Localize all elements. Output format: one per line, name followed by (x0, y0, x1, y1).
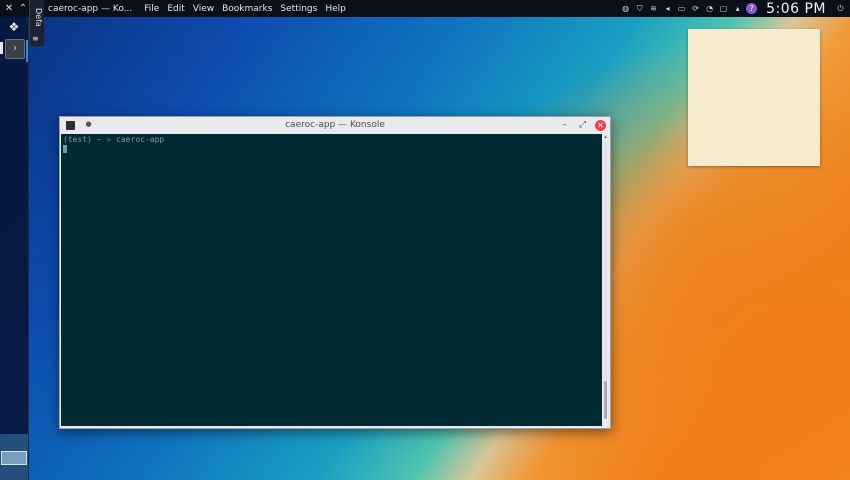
menu-file[interactable]: File (140, 4, 163, 14)
window-titlebar[interactable]: ● caeroc-app — Konsole – ⤢ ✕ (60, 117, 610, 134)
scroll-track[interactable] (604, 142, 607, 418)
sticky-note[interactable] (688, 29, 820, 166)
menu-edit[interactable]: Edit (163, 4, 188, 14)
chevron-up-icon[interactable]: ⌃ (16, 2, 30, 16)
notifications-icon[interactable]: ◔ (704, 3, 715, 14)
close-button[interactable]: ✕ (595, 120, 606, 131)
volume-icon[interactable]: ◂ (662, 3, 673, 14)
menu-bookmarks[interactable]: Bookmarks (218, 4, 276, 14)
launcher-icon[interactable]: ❖ (6, 19, 22, 35)
minimize-button[interactable]: – (559, 120, 570, 131)
desktop-pager[interactable] (1, 451, 27, 465)
left-panel: ❖ › (0, 17, 29, 480)
activity-tab-label: Defa (34, 8, 43, 27)
active-window-title[interactable]: caeroc-app — Ko... (48, 4, 132, 14)
activity-tab[interactable]: Defa ≡ (29, 0, 44, 46)
scroll-thumb[interactable] (604, 381, 607, 419)
menu-help[interactable]: Help (321, 4, 350, 14)
close-icon[interactable]: ✕ (2, 2, 16, 16)
menu-view[interactable]: View (189, 4, 218, 14)
prompt-env: (test) (63, 135, 92, 144)
wifi-icon[interactable]: ≋ (648, 3, 659, 14)
terminal-task-icon[interactable]: › (5, 39, 25, 59)
system-tray: ◍ ⛉ ≋ ◂ ▭ ⟳ ◔ ▢ ▴ ? 5:06 PM ⏻ (620, 0, 850, 17)
help-icon[interactable]: ? (746, 3, 758, 14)
terminal-area[interactable]: (test) ~ » caeroc-app (61, 134, 602, 426)
text-cursor (63, 145, 67, 153)
updates-icon[interactable]: ⟳ (690, 3, 701, 14)
arrow-up-icon[interactable]: ▴ (732, 3, 743, 14)
konsole-window: ● caeroc-app — Konsole – ⤢ ✕ (test) ~ » … (59, 116, 611, 429)
shield-icon[interactable]: ⛉ (634, 3, 645, 14)
scrollbar[interactable]: ▴ (602, 134, 609, 426)
clock[interactable]: 5:06 PM (766, 1, 826, 17)
window-title: caeroc-app — Konsole (285, 120, 385, 130)
menu-icon[interactable]: ≡ (32, 34, 39, 43)
scroll-up-icon[interactable]: ▴ (603, 135, 608, 140)
power-icon[interactable]: ⏻ (835, 3, 846, 14)
panel-accent (26, 40, 28, 62)
network-icon[interactable]: ◍ (620, 3, 631, 14)
top-panel: ✕ ⌃ ▣ caeroc-app — Ko... File Edit View … (0, 0, 850, 17)
prompt-path: ~ (96, 135, 102, 144)
maximize-button[interactable]: ⤢ (577, 120, 588, 131)
menu-settings[interactable]: Settings (276, 4, 321, 14)
prompt-line: (test) ~ » caeroc-app (63, 135, 164, 144)
battery-icon[interactable]: ▭ (676, 3, 687, 14)
command-text: caeroc-app (116, 135, 165, 144)
display-icon[interactable]: ▢ (718, 3, 729, 14)
prompt-symbol: » (106, 135, 112, 144)
active-indicator (0, 42, 3, 54)
